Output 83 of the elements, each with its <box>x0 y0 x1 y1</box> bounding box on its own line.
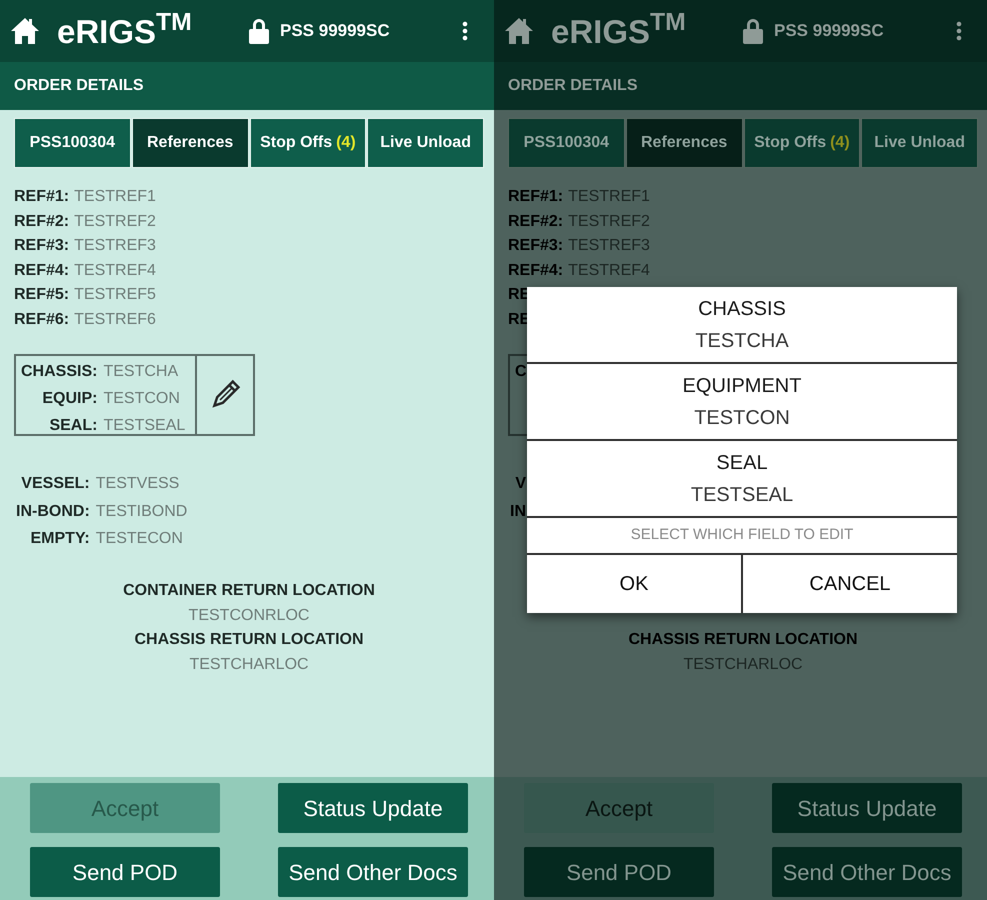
app-title: eRIGS$^{TM}$ <box>551 14 686 48</box>
action-button[interactable]: Send Other Docs <box>772 847 962 897</box>
field-label: C <box>515 362 527 382</box>
reference-value: TESTREF3 <box>568 236 650 256</box>
reference-label: REF#3: <box>508 236 564 256</box>
dialog-button[interactable]: OK <box>527 555 741 613</box>
action-button[interactable]: Status Update <box>278 783 468 833</box>
reference-value: TESTREF4 <box>74 260 156 281</box>
field-value: TESTSEAL <box>103 416 186 436</box>
tab[interactable]: References <box>132 118 248 168</box>
reference-label: REF#5: <box>14 285 70 306</box>
field-option[interactable]: EQUIPMENT TESTCON <box>527 364 957 439</box>
option-value: TESTSEAL <box>690 482 794 508</box>
reference-label: REF#4: <box>508 260 564 281</box>
reference-value: TESTREF6 <box>74 310 156 330</box>
tab[interactable]: Stop Offs (4) <box>744 118 860 168</box>
reference-label: REF#2: <box>14 212 70 232</box>
option-title: EQUIPMENT <box>682 374 802 398</box>
location-value: TESTCONRLOC <box>188 606 310 626</box>
action-button[interactable]: Send Other Docs <box>278 847 468 897</box>
reference-value: TESTREF1 <box>74 187 156 208</box>
user-id: PSS 99999SC <box>280 20 390 42</box>
field-option[interactable]: SEAL TESTSEAL <box>527 441 957 516</box>
tab[interactable]: Live Unload <box>367 118 484 168</box>
dialog-hint: SELECT WHICH FIELD TO EDIT <box>630 525 854 546</box>
detail-value: TESTIBOND <box>96 502 188 522</box>
reference-value: TESTREF3 <box>74 236 156 256</box>
section-title: ORDER DETAILS <box>508 76 638 96</box>
tab[interactable]: PSS100304 <box>14 118 131 168</box>
action-button: Accept <box>30 783 220 833</box>
reference-value: TESTREF2 <box>568 212 650 232</box>
detail-label: EMPTY: <box>30 529 90 549</box>
detail-value: TESTVESS <box>96 474 180 494</box>
home-icon[interactable] <box>10 16 40 46</box>
tab[interactable]: Live Unload <box>861 118 978 168</box>
user-id: PSS 99999SC <box>774 20 884 42</box>
action-button: Accept <box>524 783 714 833</box>
reference-value: TESTREF5 <box>74 285 156 306</box>
field-label: EQUIP: <box>42 389 98 409</box>
reference-label: REF#6: <box>14 310 70 330</box>
home-icon[interactable] <box>504 16 534 46</box>
tab[interactable]: References <box>626 118 742 168</box>
lock-icon <box>248 18 270 44</box>
section-title: ORDER DETAILS <box>14 76 144 96</box>
dialog-button[interactable]: CANCEL <box>743 555 957 613</box>
detail-label: VESSEL: <box>21 474 90 494</box>
reference-value: TESTREF2 <box>74 212 156 232</box>
location-value: TESTCHARLOC <box>683 654 803 674</box>
tab[interactable]: PSS100304 <box>508 118 625 168</box>
reference-value: TESTREF4 <box>568 260 650 281</box>
menu-icon[interactable] <box>956 21 962 41</box>
reference-label: REF#4: <box>14 260 70 281</box>
detail-label: V <box>515 474 526 494</box>
tab-count: (4) <box>336 133 356 153</box>
field-label: SEAL: <box>49 416 98 436</box>
option-title: SEAL <box>716 450 768 476</box>
lock-icon <box>742 18 764 44</box>
menu-icon[interactable] <box>462 21 468 41</box>
location-title: CHASSIS RETURN LOCATION <box>134 630 364 650</box>
option-title: CHASSIS <box>698 296 786 322</box>
detail-label: IN-BOND: <box>16 502 90 522</box>
app-title: eRIGS$^{TM}$ <box>57 14 192 48</box>
detail-label: IN <box>510 502 526 522</box>
reference-value: TESTREF1 <box>568 187 650 208</box>
location-title: CONTAINER RETURN LOCATION <box>123 581 375 601</box>
detail-value: TESTECON <box>96 529 184 549</box>
reference-label: REF#1: <box>508 187 564 208</box>
field-value: TESTCHA <box>103 362 180 382</box>
action-button[interactable]: Send POD <box>524 847 714 897</box>
field-label: CHASSIS: <box>21 362 98 382</box>
action-button[interactable]: Send POD <box>30 847 220 897</box>
reference-label: REF#1: <box>14 187 70 208</box>
option-value: TESTCHA <box>695 328 789 354</box>
field-option[interactable]: CHASSIS TESTCHA <box>527 287 957 362</box>
reference-label: REF#2: <box>508 212 564 232</box>
tab-count: (4) <box>830 133 850 153</box>
location-title: CHASSIS RETURN LOCATION <box>628 630 858 650</box>
reference-label: REF#3: <box>14 236 70 256</box>
location-value: TESTCHARLOC <box>189 654 309 674</box>
action-button[interactable]: Status Update <box>772 783 962 833</box>
option-value: TESTCON <box>694 406 790 430</box>
tab[interactable]: Stop Offs (4) <box>250 118 366 168</box>
field-value: TESTCON <box>103 389 181 409</box>
